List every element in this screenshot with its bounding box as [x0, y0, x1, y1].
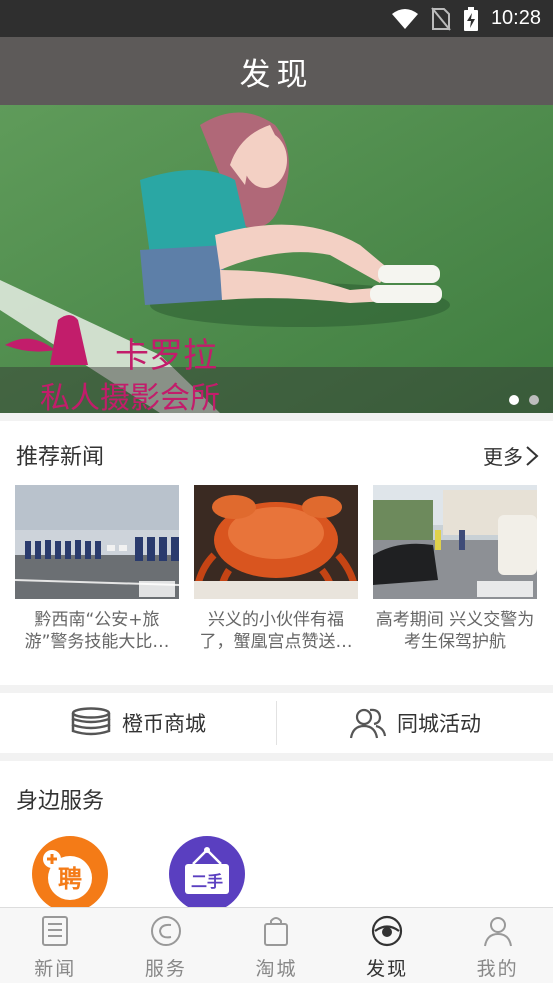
- carousel-dot[interactable]: [529, 395, 539, 405]
- nav-label: 我的: [476, 958, 519, 980]
- nav-item-profile[interactable]: 我的: [442, 908, 553, 983]
- news-caption: 兴义的小伙伴有福了，蟹凰宫点赞送…: [199, 610, 353, 652]
- news-caption: 黔西南“公安+旅游”警务技能大比…: [24, 610, 170, 652]
- banner-carousel[interactable]: 卡罗拉 私人摄影会所: [0, 105, 553, 413]
- shopping-bag-icon: [264, 917, 289, 946]
- group-people-icon: [349, 708, 387, 739]
- no-sim-icon: [431, 6, 451, 31]
- news-thumbnail[interactable]: [373, 485, 537, 599]
- nav-label: 新闻: [34, 958, 77, 980]
- news-card[interactable]: 高考期间 兴义交警为考生保驾护航: [373, 485, 537, 653]
- user-icon: [483, 917, 512, 947]
- recommended-news-section: 推荐新闻 更多 黔西南“公安+旅游”警务技能大比… 兴义的小伙伴有福了，蟹凰宫点…: [0, 421, 553, 685]
- nav-item-discover[interactable]: 发现: [332, 908, 443, 983]
- nav-item-news[interactable]: 新闻: [0, 908, 111, 983]
- wifi-icon: [391, 8, 418, 29]
- city-events-label: 同城活动: [397, 712, 481, 736]
- status-bar: 10:28: [0, 0, 553, 37]
- eye-icon: [371, 915, 403, 947]
- recruit-icon[interactable]: 聘: [32, 836, 108, 907]
- city-events-button[interactable]: 同城活动: [277, 693, 553, 753]
- news-list: 黔西南“公安+旅游”警务技能大比… 兴义的小伙伴有福了，蟹凰宫点赞送… 高考期间…: [15, 485, 553, 660]
- nearby-services-section: 身边服务 聘 二手: [0, 761, 553, 907]
- news-card[interactable]: 黔西南“公安+旅游”警务技能大比…: [15, 485, 179, 653]
- nav-label: 服务: [144, 958, 187, 980]
- nav-item-shop[interactable]: 淘城: [221, 908, 332, 983]
- more-news-link[interactable]: 更多: [483, 441, 539, 470]
- battery-charging-icon: [463, 6, 478, 31]
- brand-subtitle: 私人摄影会所: [40, 381, 220, 413]
- page-title: 发现: [239, 56, 314, 93]
- news-thumbnail[interactable]: [15, 485, 179, 599]
- section-title-news: 推荐新闻: [16, 445, 105, 470]
- nav-item-service[interactable]: 服务: [111, 908, 222, 983]
- coins-icon: [71, 707, 111, 736]
- more-label: 更多: [483, 445, 523, 469]
- svg-text:二手: 二手: [191, 872, 223, 891]
- service-icon: [150, 916, 181, 946]
- coin-mall-label: 橙币商城: [122, 712, 206, 736]
- brand-name: 卡罗拉: [115, 336, 217, 376]
- newspaper-icon: [42, 916, 69, 946]
- status-time: 10:28: [490, 7, 541, 29]
- banner-image[interactable]: 卡罗拉 私人摄影会所: [0, 105, 553, 413]
- app-header: 发现: [0, 37, 553, 105]
- bottom-nav: 新闻 服务 淘城 发现 我的: [0, 907, 553, 983]
- nav-label: 发现: [366, 958, 409, 980]
- shortcut-bar: 橙币商城 同城活动: [0, 693, 553, 753]
- chevron-right-icon: [526, 445, 539, 466]
- svg-text:聘: 聘: [58, 865, 82, 893]
- section-title-services: 身边服务: [16, 789, 105, 814]
- news-thumbnail[interactable]: [194, 485, 358, 599]
- coin-mall-button[interactable]: 橙币商城: [0, 693, 276, 753]
- news-caption: 高考期间 兴义交警为考生保驾护航: [375, 610, 535, 652]
- carousel-indicator: [509, 395, 539, 405]
- second-hand-icon[interactable]: 二手: [169, 836, 245, 907]
- news-card[interactable]: 兴义的小伙伴有福了，蟹凰宫点赞送…: [194, 485, 358, 653]
- carousel-dot-active[interactable]: [509, 395, 519, 405]
- nav-label: 淘城: [255, 958, 298, 980]
